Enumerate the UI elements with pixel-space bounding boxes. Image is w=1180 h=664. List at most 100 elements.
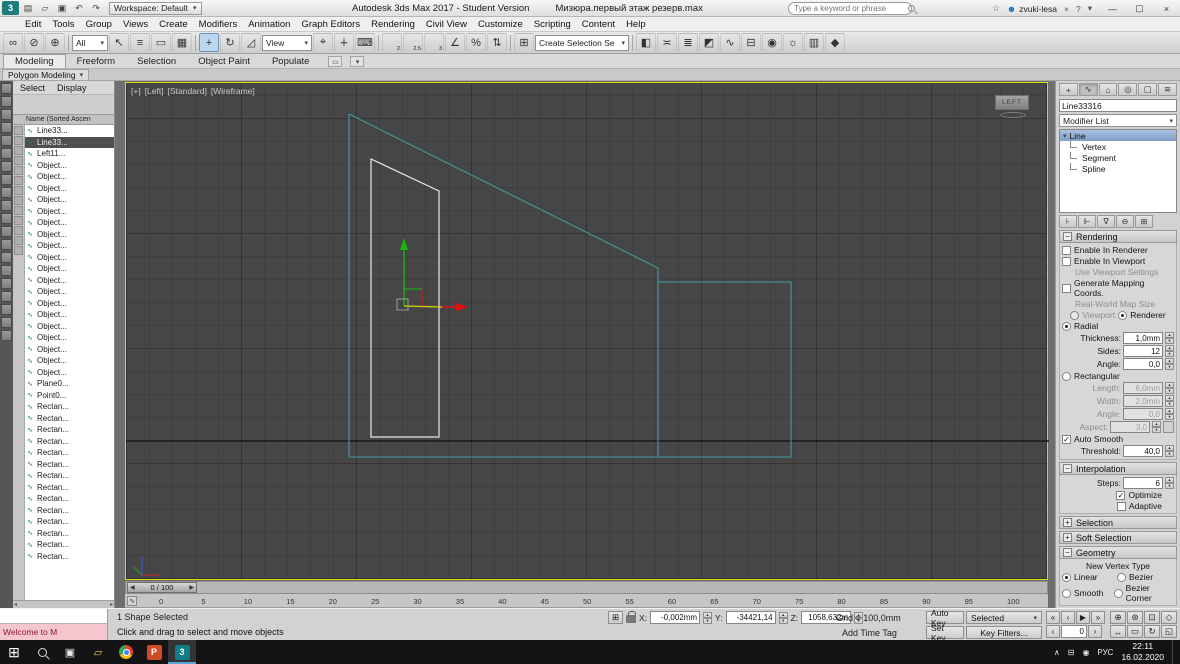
linear-radio[interactable]: Linear <box>1062 572 1114 582</box>
list-item[interactable]: ∿Rectan... <box>25 528 114 540</box>
keyboard-shortcut-override-icon[interactable]: ⌨ <box>355 33 375 52</box>
language-indicator[interactable]: РУС <box>1097 648 1113 657</box>
side-strip-icon[interactable] <box>1 200 12 211</box>
menu-item-animation[interactable]: Animation <box>243 19 295 30</box>
zoom-region-icon[interactable]: ▭ <box>1127 625 1143 638</box>
list-item[interactable]: ∿Rectan... <box>25 482 114 494</box>
show-desktop-button[interactable] <box>1172 640 1177 664</box>
side-strip-icon[interactable] <box>1 109 12 120</box>
spinner-arrows[interactable]: ▴▾ <box>1165 358 1174 370</box>
workspace-dropdown[interactable]: Workspace: Default ▾ <box>109 2 202 15</box>
selected-line-shape[interactable] <box>371 159 439 437</box>
schematic-view-icon[interactable]: ⊟ <box>741 33 761 52</box>
list-item[interactable]: ∿Point0... <box>25 390 114 402</box>
list-item[interactable]: ∿Rectan... <box>25 413 114 425</box>
list-item[interactable]: ∿Rectan... <box>25 470 114 482</box>
stack-item-vertex[interactable]: Vertex <box>1060 141 1176 152</box>
adaptive-checkbox[interactable]: Adaptive <box>1062 501 1174 511</box>
list-item[interactable]: ∿Rectan... <box>25 424 114 436</box>
ribbon-tab-modeling[interactable]: Modeling <box>3 54 66 68</box>
go-to-start-button[interactable]: « <box>1046 611 1060 624</box>
optimize-checkbox[interactable]: ✓Optimize <box>1062 490 1174 500</box>
gizmo-x-axis-active[interactable] <box>404 306 442 307</box>
enable-in-renderer-checkbox[interactable]: Enable In Renderer <box>1062 245 1174 255</box>
snap-toggle-25d-icon[interactable]: 2.5 <box>403 33 423 52</box>
list-item[interactable]: ∿Left11... <box>25 148 114 160</box>
file-explorer-button[interactable]: ▱ <box>84 640 112 664</box>
side-strip-icon[interactable] <box>1 96 12 107</box>
next-key-button[interactable]: › <box>1088 625 1102 638</box>
tray-expand-icon[interactable]: ∧ <box>1054 648 1060 657</box>
powerpoint-button[interactable]: P <box>140 640 168 664</box>
listener-script-row[interactable] <box>0 609 107 624</box>
list-item[interactable]: ∿Object... <box>25 367 114 379</box>
viewcube-ring[interactable] <box>1000 112 1026 118</box>
pin-stack-icon[interactable]: ⊦ <box>1059 215 1077 228</box>
list-item[interactable]: ∿Rectan... <box>25 459 114 471</box>
listener-macro-row[interactable]: Welcome to M <box>0 624 107 640</box>
gizmo-x-arrowhead[interactable] <box>456 303 468 311</box>
set-key-button[interactable]: Set Key <box>926 626 964 639</box>
list-item[interactable]: ∿Line33... <box>25 125 114 137</box>
sign-in-button[interactable]: ☻ zvuki-lesa <box>1007 4 1057 14</box>
list-item[interactable]: ∿Rectan... <box>25 516 114 528</box>
explorer-filter-icon[interactable] <box>14 246 23 255</box>
list-item[interactable]: ∿Object... <box>25 298 114 310</box>
ribbon-tab-object-paint[interactable]: Object Paint <box>187 55 261 68</box>
x-coordinate-field[interactable]: -0,002mm <box>650 611 700 624</box>
window-crossing-icon[interactable]: ▦ <box>172 33 192 52</box>
edit-named-selection-sets-icon[interactable]: ⊞ <box>514 33 534 52</box>
menu-item-group[interactable]: Group <box>81 19 117 30</box>
modify-tab-icon[interactable]: ∿ <box>1079 83 1098 96</box>
spinner-arrows[interactable]: ▴▾ <box>1165 477 1174 489</box>
motion-tab-icon[interactable]: ◎ <box>1118 83 1137 96</box>
orbit-icon[interactable]: ↻ <box>1144 625 1160 638</box>
spinner-arrows[interactable]: ▴▾ <box>1165 332 1174 344</box>
spinner-arrows[interactable]: ▴▾ <box>1165 445 1174 457</box>
sides-value[interactable]: 12 <box>1123 345 1163 357</box>
undo-icon[interactable]: ↶ <box>71 1 87 15</box>
previous-frame-button[interactable]: ‹ <box>1061 611 1075 624</box>
menu-item-scripting[interactable]: Scripting <box>529 19 576 30</box>
next-frame-icon[interactable]: ▶ <box>189 584 194 591</box>
display-tab-icon[interactable]: ▢ <box>1138 83 1157 96</box>
save-file-icon[interactable]: ▣ <box>54 1 70 15</box>
ribbon-tab-freeform[interactable]: Freeform <box>66 55 127 68</box>
time-slider[interactable]: ◀ 0 / 100 ▶ <box>125 581 1048 594</box>
side-strip-icon[interactable] <box>1 252 12 263</box>
select-and-scale-icon[interactable]: ◿ <box>241 33 261 52</box>
list-item[interactable]: ∿Object... <box>25 183 114 195</box>
stack-item-line[interactable]: ▾ Line <box>1060 130 1176 141</box>
explorer-filter-icon[interactable] <box>14 186 23 195</box>
chevron-down-icon[interactable]: ▾ <box>1088 3 1092 14</box>
side-strip-icon[interactable] <box>1 239 12 250</box>
radial-radio[interactable]: Radial <box>1062 321 1174 331</box>
threshold-spinner[interactable]: Threshold:40,0▴▾ <box>1062 445 1174 457</box>
field-of-view-icon[interactable]: ◇ <box>1161 611 1177 624</box>
side-strip-icon[interactable] <box>1 148 12 159</box>
thickness-value[interactable]: 1,0mm <box>1123 332 1163 344</box>
minimize-button[interactable]: — <box>1099 0 1126 17</box>
maximize-viewport-icon[interactable]: ◱ <box>1161 625 1177 638</box>
rectangular-selection-region-icon[interactable]: ▭ <box>151 33 171 52</box>
menu-item-customize[interactable]: Customize <box>473 19 528 30</box>
play-button[interactable]: ▶ <box>1076 611 1090 624</box>
list-item[interactable]: ∿Rectan... <box>25 505 114 517</box>
stack-item-segment[interactable]: Segment <box>1060 152 1176 163</box>
grid-toggle-icon[interactable]: ⊞ <box>608 611 623 624</box>
select-and-manipulate-icon[interactable]: ∔ <box>334 33 354 52</box>
app-logo-icon[interactable]: 3 <box>2 1 19 15</box>
list-item[interactable]: ∿Rectan... <box>25 401 114 413</box>
angle-value[interactable]: 0,0 <box>1123 358 1163 370</box>
expand-icon[interactable]: ▾ <box>1063 132 1067 140</box>
render-production-icon[interactable]: ◆ <box>825 33 845 52</box>
snap-toggle-3d-icon[interactable]: 3 <box>424 33 444 52</box>
explorer-scrollbar[interactable]: ◂ ▸ <box>13 600 114 608</box>
named-selection-sets-dropdown[interactable]: Create Selection Se ▾ <box>535 35 629 51</box>
auto-smooth-checkbox[interactable]: ✓Auto Smooth <box>1062 434 1174 444</box>
viewport-menu-type[interactable]: [Standard] <box>168 86 207 96</box>
explorer-filter-icon[interactable] <box>14 136 23 145</box>
tray-icon-b[interactable]: ◉ <box>1082 648 1089 657</box>
angle-snap-icon[interactable]: ∠ <box>445 33 465 52</box>
collapse-icon[interactable]: − <box>1063 548 1072 557</box>
